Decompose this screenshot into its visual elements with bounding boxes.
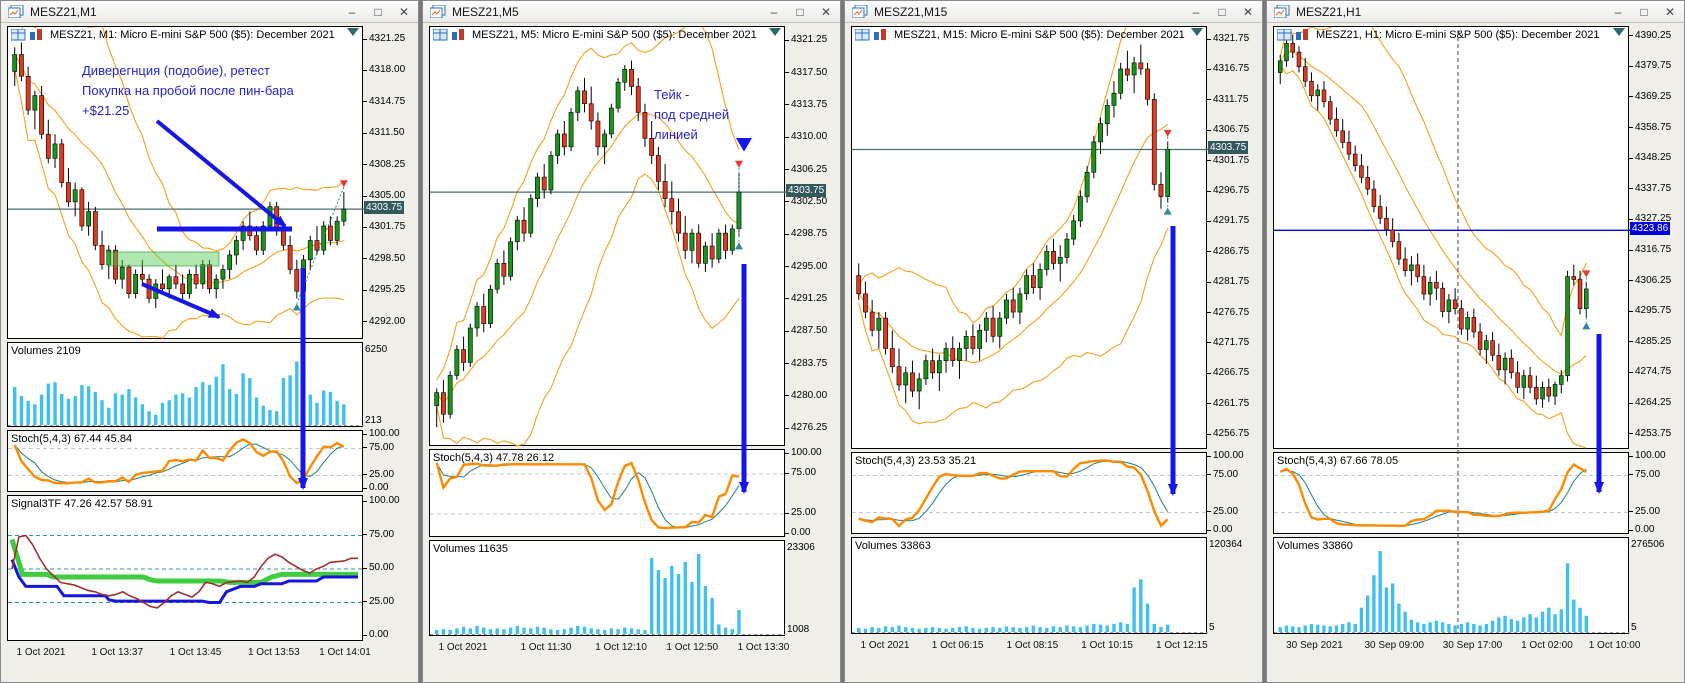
minimize-button[interactable]: – — [345, 2, 359, 22]
stochastic-panel[interactable]: Stoch(5,4,3) 23.53 35.21 — [851, 452, 1208, 534]
stochastic-panel[interactable]: Stoch(5,4,3) 67.44 45.84 — [7, 430, 364, 492]
volumes-label: Volumes 2109 — [11, 345, 81, 357]
stochastic-label: Stoch(5,4,3) 67.66 78.05 — [1277, 455, 1399, 467]
chart-header: MESZ21, M5: Micro E-mini S&P 500 ($5): D… — [433, 29, 757, 41]
volumes-panel[interactable]: Volumes 11635 — [429, 540, 786, 636]
close-button[interactable]: ✕ — [819, 2, 833, 22]
chart-client-area: MESZ21, M15: Micro E-mini S&P 500 ($5): … — [845, 23, 1262, 682]
chart-window-icon — [8, 5, 24, 18]
chart-window-icon — [430, 5, 446, 18]
price-axis: 4321.25 4317.50 4313.75 4310.00 4306.25 4302.… — [785, 26, 836, 446]
volumes-label: Volumes 33863 — [855, 540, 931, 552]
window-titlebar[interactable]: MESZ21,M1 – □ ✕ — [1, 1, 418, 23]
stochastic-label: Stoch(5,4,3) 23.53 35.21 — [855, 455, 977, 467]
stochastic-axis: 100.00 75.00 25.00 0.00 — [1207, 451, 1258, 535]
stochastic-axis: 100.00 75.00 25.00 0.00 — [785, 448, 836, 538]
price-axis: 4321.75 4316.75 4311.75 4306.75 4301.75 4296.… — [1207, 26, 1258, 449]
volumes-panel[interactable]: Volumes 2109 — [7, 342, 364, 427]
stochastic-label: Stoch(5,4,3) 47.78 26.12 — [433, 452, 555, 464]
chart-symbol-header: MESZ21, H1: Micro E-mini S&P 500 ($5): D… — [1316, 29, 1600, 41]
window-title: MESZ21,M1 — [30, 4, 97, 19]
close-button[interactable]: ✕ — [1241, 2, 1255, 22]
chart-toolbar-icons[interactable] — [1277, 29, 1311, 41]
stochastic-axis: 100.00 75.00 25.00 0.00 — [1629, 451, 1680, 535]
price-chart[interactable]: MESZ21, M15: Micro E-mini S&P 500 ($5): … — [851, 26, 1208, 449]
signal3tf-panel[interactable]: Signal3TF 47.26 42.57 58.91 — [7, 495, 364, 641]
time-axis: 1 Oct 2021 1 Oct 11:30 1 Oct 12:10 1 Oct 12… — [438, 642, 790, 653]
annotation-text: Диверегнция (подобие), ретест Покупка на… — [82, 63, 294, 119]
volumes-axis: 276506 5 — [1631, 539, 1665, 633]
minimize-button[interactable]: – — [1611, 2, 1625, 22]
chart-toolbar-icons[interactable] — [855, 29, 889, 41]
chart-window-icon — [852, 5, 868, 18]
window-title: MESZ21,H1 — [1296, 4, 1362, 19]
volumes-panel[interactable]: Volumes 33863 — [851, 537, 1208, 634]
chart-client-area: MESZ21, M5: Micro E-mini S&P 500 ($5): D… — [423, 23, 840, 682]
close-button[interactable]: ✕ — [1663, 2, 1677, 22]
price-chart[interactable]: MESZ21, M1: Micro E-mini S&P 500 ($5): D… — [7, 26, 364, 339]
price-axis: 4321.25 4318.00 4314.75 4311.50 4308.25 4305.… — [363, 26, 414, 339]
chart-header: MESZ21, M1: Micro E-mini S&P 500 ($5): D… — [11, 29, 335, 41]
time-axis: 1 Oct 2021 1 Oct 06:15 1 Oct 08:15 1 Oct 10… — [860, 640, 1208, 651]
maximize-button[interactable]: □ — [1637, 2, 1651, 22]
chart-symbol-header: MESZ21, M5: Micro E-mini S&P 500 ($5): D… — [472, 29, 757, 41]
chart-toolbar-icons[interactable] — [11, 29, 45, 41]
volumes-axis: 23306 1008 — [787, 542, 815, 635]
close-button[interactable]: ✕ — [397, 2, 411, 22]
volumes-axis: 6250 213 — [365, 344, 388, 426]
window-titlebar[interactable]: MESZ21,M15 – □ ✕ — [845, 1, 1262, 23]
volumes-axis: 120364 5 — [1209, 539, 1243, 633]
minimize-button[interactable]: – — [1189, 2, 1203, 22]
chart-client-area: MESZ21, M1: Micro E-mini S&P 500 ($5): D… — [1, 23, 418, 682]
time-axis: 1 Oct 2021 1 Oct 13:37 1 Oct 13:45 1 Oct 13… — [16, 647, 371, 658]
minimize-button[interactable]: – — [767, 2, 781, 22]
price-chart[interactable]: MESZ21, M5: Micro E-mini S&P 500 ($5): D… — [429, 26, 786, 447]
chart-window-icon — [1274, 5, 1290, 18]
chart-window-m5: MESZ21,M5 – □ ✕ MESZ21, M5: Micro E-mini… — [422, 0, 841, 683]
volumes-panel[interactable]: Volumes 33860 — [1273, 537, 1630, 634]
chart-window-m15: MESZ21,M15 – □ ✕ MESZ21, M15: Micro E-mi… — [844, 0, 1263, 683]
window-titlebar[interactable]: MESZ21,M5 – □ ✕ — [423, 1, 840, 23]
chart-client-area: MESZ21, H1: Micro E-mini S&P 500 ($5): D… — [1267, 23, 1684, 682]
price-chart[interactable]: MESZ21, H1: Micro E-mini S&P 500 ($5): D… — [1273, 26, 1630, 449]
window-title: MESZ21,M5 — [452, 4, 519, 19]
signal3tf-axis: 100.00 75.00 50.00 25.00 0.00 — [363, 495, 414, 641]
stochastic-label: Stoch(5,4,3) 67.44 45.84 — [11, 433, 133, 445]
volumes-label: Volumes 11635 — [433, 543, 509, 555]
stochastic-panel[interactable]: Stoch(5,4,3) 67.66 78.05 — [1273, 452, 1630, 534]
chart-toolbar-icons[interactable] — [433, 29, 467, 41]
chart-window-h1: MESZ21,H1 – □ ✕ MESZ21, H1: Micro E-mini… — [1266, 0, 1685, 683]
stochastic-panel[interactable]: Stoch(5,4,3) 47.78 26.12 — [429, 449, 786, 537]
chart-header: MESZ21, M15: Micro E-mini S&P 500 ($5): … — [855, 29, 1185, 41]
annotation-text: Тейк - под средней линией — [654, 87, 730, 143]
chart-symbol-header: MESZ21, M1: Micro E-mini S&P 500 ($5): D… — [50, 29, 335, 41]
chart-window-m1: MESZ21,M1 – □ ✕ MESZ21, M1: Micro E-mini… — [0, 0, 419, 683]
maximize-button[interactable]: □ — [371, 2, 385, 22]
chart-symbol-header: MESZ21, M15: Micro E-mini S&P 500 ($5): … — [894, 29, 1185, 41]
time-axis: 30 Sep 2021 30 Sep 09:00 30 Sep 17:00 1 Oct… — [1286, 640, 1641, 651]
window-titlebar[interactable]: MESZ21,H1 – □ ✕ — [1267, 1, 1684, 23]
window-title: MESZ21,M15 — [874, 4, 948, 19]
price-axis: 4390.25 4379.75 4369.25 4358.75 4348.25 4337.… — [1629, 26, 1680, 449]
mdi-workspace: MESZ21,M1 – □ ✕ MESZ21, M1: Micro E-mini… — [0, 0, 1685, 683]
signal3tf-label: Signal3TF 47.26 42.57 58.91 — [11, 498, 153, 510]
volumes-label: Volumes 33860 — [1277, 540, 1353, 552]
chart-header: MESZ21, H1: Micro E-mini S&P 500 ($5): D… — [1277, 29, 1599, 41]
maximize-button[interactable]: □ — [793, 2, 807, 22]
maximize-button[interactable]: □ — [1215, 2, 1229, 22]
stochastic-axis: 100.00 75.00 25.00 0.00 — [363, 429, 414, 493]
